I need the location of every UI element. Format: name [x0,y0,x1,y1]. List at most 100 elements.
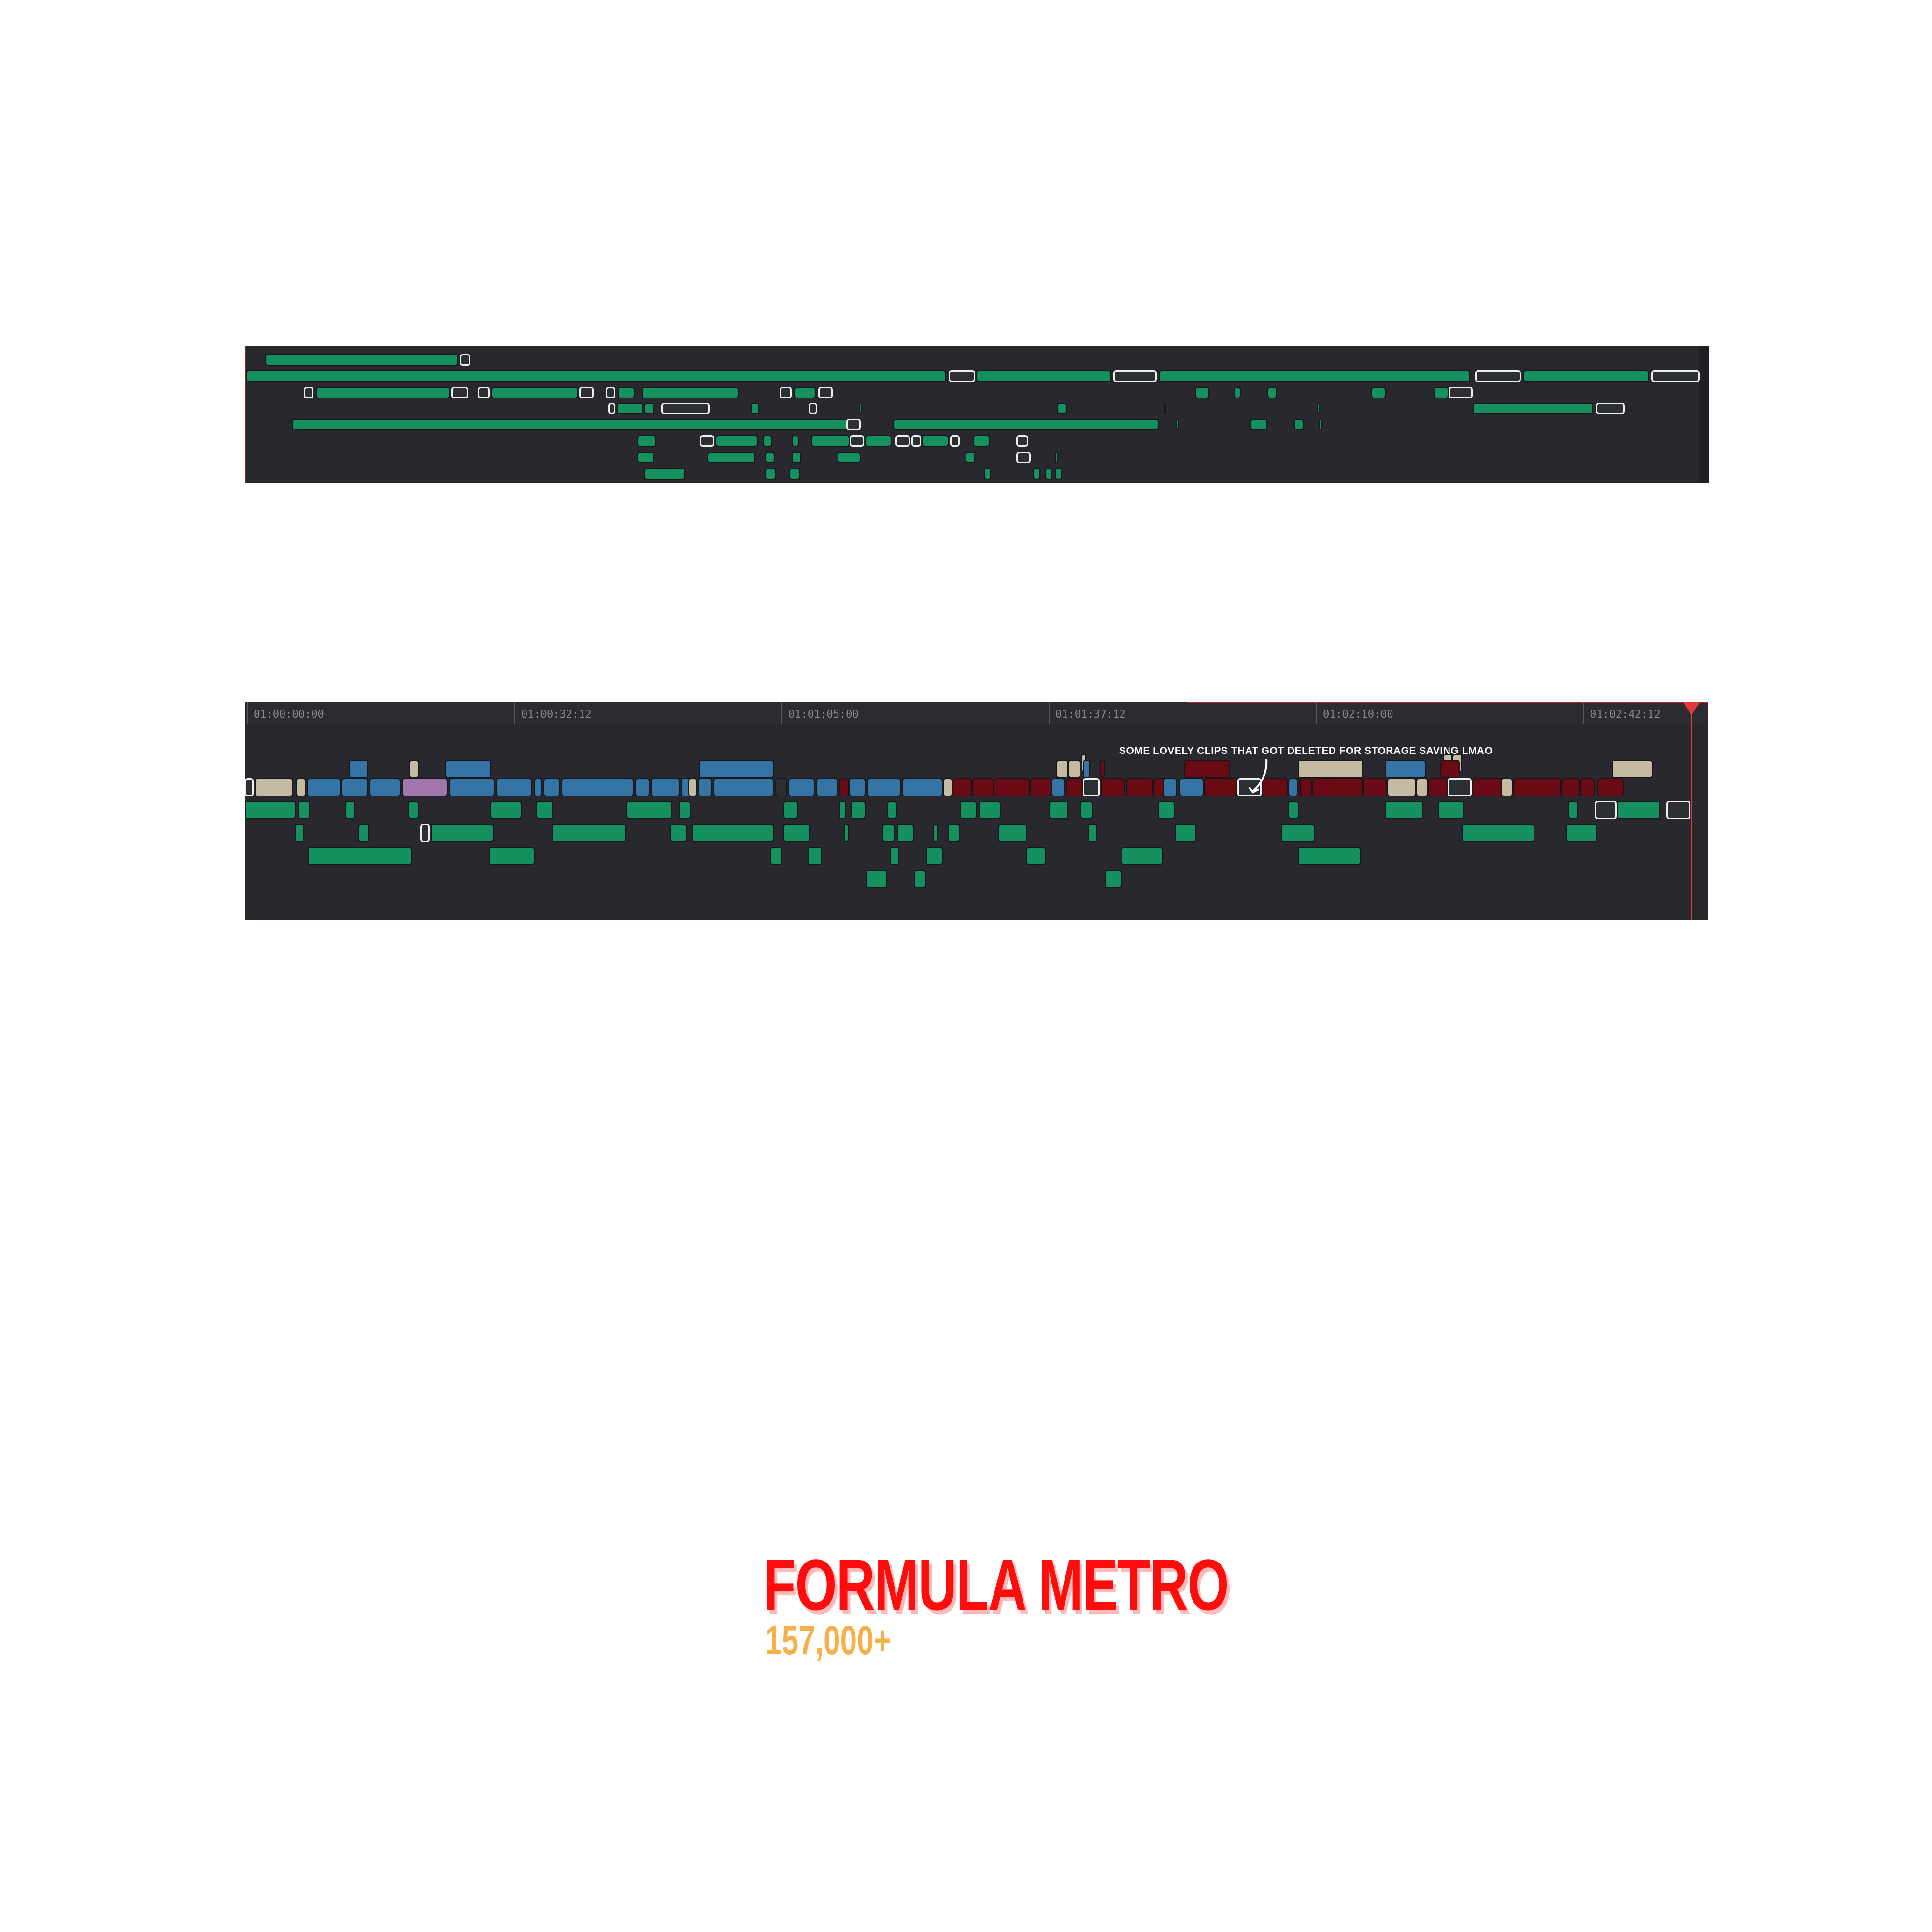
timeline-clip[interactable] [1066,778,1083,796]
timeline-clip[interactable] [534,778,542,796]
timeline-clip[interactable] [651,778,680,796]
timeline-clip[interactable] [1163,778,1177,796]
timeline-clip[interactable] [972,778,994,796]
timeline-clip[interactable] [1045,468,1052,480]
timeline-clip[interactable] [1083,778,1100,796]
timeline-clip[interactable] [1300,778,1312,796]
timeline-clip[interactable] [1596,403,1625,414]
timeline-clip[interactable] [246,370,946,382]
timeline-clip[interactable] [420,824,430,842]
timeline-clip[interactable] [489,847,535,865]
timeline-clip[interactable] [1122,847,1163,865]
timeline-clip[interactable] [1513,778,1561,796]
timeline-clip[interactable] [449,778,495,796]
timeline-clip[interactable] [1176,419,1179,430]
timeline-clip[interactable] [866,870,887,888]
timeline-scrollbar[interactable] [1699,346,1709,483]
timeline-clip[interactable] [770,847,782,865]
timeline-clip[interactable] [661,403,710,414]
timeline-clip[interactable] [408,801,419,819]
timeline-clip[interactable] [882,824,895,842]
timeline-clip[interactable] [1083,760,1090,778]
timeline-clip[interactable] [893,419,1159,430]
timeline-clip[interactable] [1051,778,1065,796]
timeline-clip[interactable] [1068,760,1080,778]
timeline-clip[interactable] [838,452,861,463]
timeline-clip[interactable] [431,824,494,842]
timeline-clip[interactable] [948,824,960,842]
timeline-clip[interactable] [1267,387,1277,398]
timeline-clip[interactable] [1016,435,1028,447]
timeline-clip[interactable] [1523,370,1649,382]
timeline-clip[interactable] [1363,778,1387,796]
timeline-clip[interactable] [1288,778,1298,796]
timeline-clip[interactable] [1428,778,1448,796]
timeline-clip[interactable] [679,801,691,819]
timeline-clip[interactable] [811,435,850,447]
timeline-clip[interactable] [358,824,369,842]
timeline-clip[interactable] [1026,847,1046,865]
timeline-clip[interactable] [1317,403,1320,414]
timeline-clip[interactable] [642,387,739,398]
timeline-clip[interactable] [960,801,977,819]
timeline-clip[interactable] [849,778,866,796]
timeline-clip[interactable] [579,387,594,398]
timeline-clip[interactable] [1473,403,1593,414]
timeline-clip[interactable] [1204,778,1237,796]
playhead-handle[interactable] [1683,702,1700,715]
timeline-clip[interactable] [1387,778,1416,796]
timeline-clip[interactable] [846,419,861,430]
timeline-clip[interactable] [792,452,801,463]
timeline-clip[interactable] [1462,824,1534,842]
timeline-clip[interactable] [491,387,578,398]
timeline-clip[interactable] [998,824,1027,842]
timeline-clip[interactable] [792,435,799,447]
timeline-clip[interactable] [1179,778,1204,796]
timeline-clip[interactable] [543,778,560,796]
timeline-clip[interactable] [298,801,310,819]
timeline-clip[interactable] [809,403,817,414]
timeline-clip[interactable] [1175,824,1196,842]
timeline-clip[interactable] [265,354,458,366]
timeline-clip[interactable] [637,452,654,463]
timeline-clip[interactable] [794,387,816,398]
timeline-clip[interactable] [816,778,838,796]
timeline-clip[interactable] [295,824,304,842]
playhead[interactable] [1691,702,1692,920]
timeline-clip[interactable] [644,403,654,414]
timeline-clip[interactable] [763,435,772,447]
timeline-clip[interactable] [1158,801,1175,819]
timeline-clip[interactable] [1312,778,1363,796]
timeline-clip[interactable] [859,403,862,414]
timeline-clip[interactable] [1164,403,1166,414]
audio-timeline-panel[interactable] [245,346,1709,483]
timeline-clip[interactable] [608,403,615,414]
timeline-clip[interactable] [345,801,355,819]
timeline-clip[interactable] [1501,778,1513,796]
timeline-clip[interactable] [1049,801,1068,819]
timeline-clip[interactable] [865,435,892,447]
timeline-clip[interactable] [922,435,949,447]
timeline-clip[interactable] [1288,801,1299,819]
timeline-clip[interactable] [409,760,419,778]
timeline-clip[interactable] [536,801,553,819]
timeline-clip[interactable] [818,387,833,398]
timeline-clip[interactable] [255,778,293,796]
timeline-clip[interactable] [984,468,991,480]
timeline-clip[interactable] [994,778,1030,796]
timeline-clip[interactable] [561,778,634,796]
timeline-clip[interactable] [1475,370,1521,382]
timeline-clip[interactable] [715,435,758,447]
timeline-clip[interactable] [966,452,975,463]
timeline-clip[interactable] [895,435,910,447]
timeline-clip[interactable] [976,370,1111,382]
timeline-clip[interactable] [445,760,491,778]
timecode-ruler[interactable]: 01:00:00:00 01:00:32:12 01:01:05:00 01:0… [245,702,1708,725]
timeline-clip[interactable] [950,435,960,447]
timeline-clip[interactable] [644,468,685,480]
timeline-clip[interactable] [626,801,672,819]
timeline-clip[interactable] [1595,801,1617,819]
timeline-clip[interactable] [867,778,901,796]
timeline-clip[interactable] [780,387,792,398]
timeline-clip[interactable] [1385,760,1426,778]
